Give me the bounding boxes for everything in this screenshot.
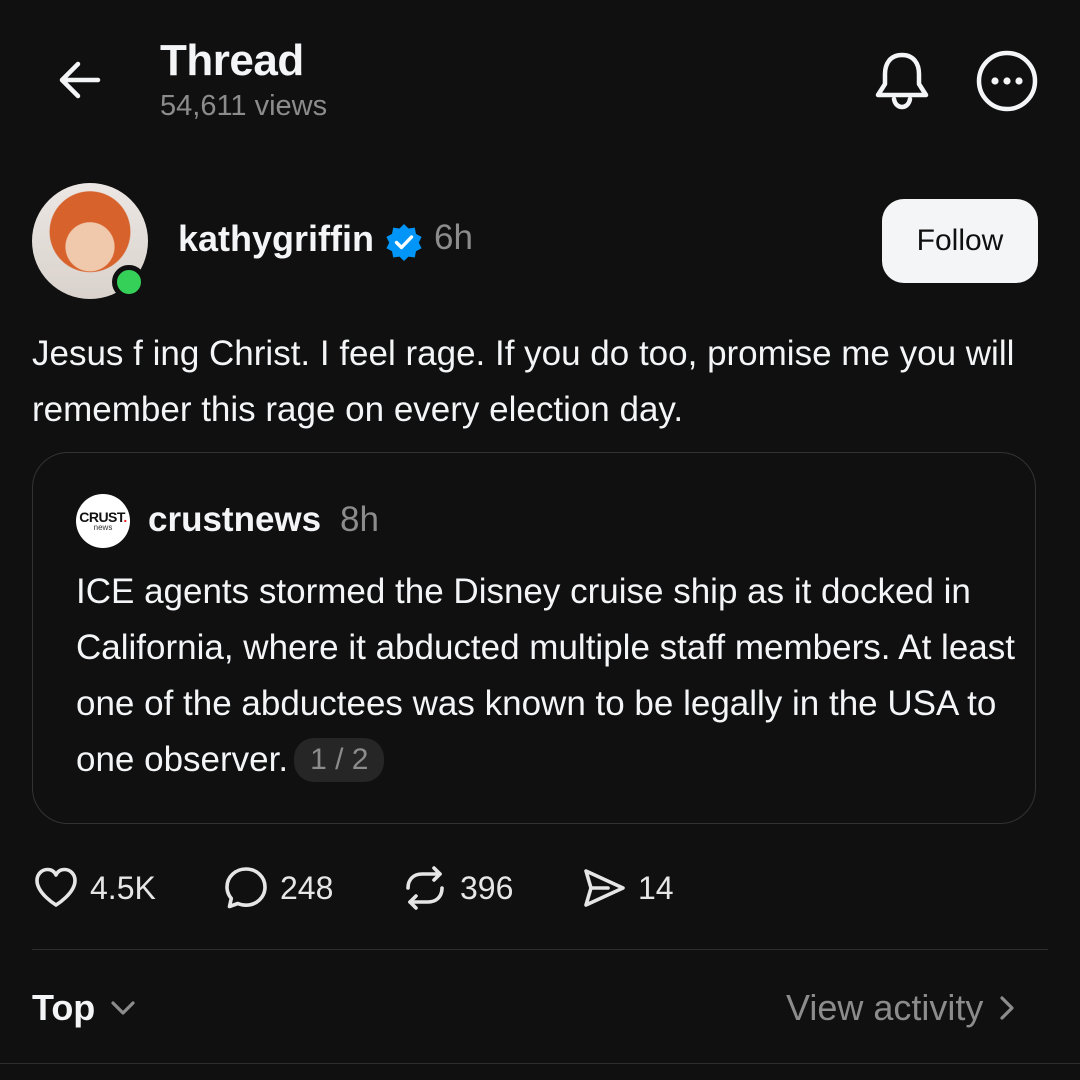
more-options-button[interactable] <box>974 48 1040 114</box>
follow-button[interactable]: Follow <box>882 199 1038 283</box>
like-count: 4.5K <box>90 869 156 906</box>
share-button[interactable]: 14 <box>580 864 674 912</box>
like-button[interactable]: 4.5K <box>32 864 156 912</box>
repost-icon <box>406 866 444 910</box>
page-indicator-badge: 1 / 2 <box>294 738 385 782</box>
logo-text: CRUST. <box>79 509 127 525</box>
view-activity-label: View activity <box>786 987 984 1028</box>
post-timestamp: 6h <box>434 218 473 257</box>
repost-button[interactable]: 396 <box>400 864 513 912</box>
quoted-author-username[interactable]: crustnews <box>148 500 321 540</box>
quoted-post-text: ICE agents stormed the Disney cruise shi… <box>76 564 1016 788</box>
post-body-text: Jesus f ing Christ. I feel rage. If you … <box>32 334 1015 429</box>
page-title: Thread <box>160 36 304 85</box>
view-count: 54,611 views <box>160 90 328 122</box>
comment-icon <box>225 867 267 909</box>
quoted-post-timestamp: 8h <box>340 500 379 539</box>
divider <box>32 949 1048 950</box>
notifications-button[interactable] <box>868 46 936 114</box>
sort-label: Top <box>32 987 96 1028</box>
verified-badge-icon <box>384 222 424 262</box>
reply-count: 248 <box>280 869 334 906</box>
view-activity-link[interactable]: View activity <box>786 984 1023 1032</box>
logo-subtext: news <box>93 523 113 532</box>
share-count: 14 <box>638 869 674 906</box>
send-icon <box>584 869 625 907</box>
more-horizontal-icon <box>976 50 1038 112</box>
logo-dot: . <box>123 509 127 525</box>
author-username[interactable]: kathygriffin <box>178 218 374 260</box>
quoted-author-avatar[interactable]: CRUST. news <box>76 494 130 548</box>
reply-button[interactable]: 248 <box>222 864 333 912</box>
arrow-left-icon <box>59 61 101 99</box>
bell-icon <box>875 52 929 110</box>
chevron-right-icon <box>1000 996 1015 1020</box>
heart-icon <box>35 867 77 907</box>
repost-count: 396 <box>460 869 514 906</box>
chevron-down-icon <box>111 1001 135 1015</box>
online-status-dot <box>112 265 146 299</box>
author-avatar-container[interactable] <box>32 183 148 299</box>
divider <box>0 1063 1080 1064</box>
back-button[interactable] <box>52 52 108 108</box>
sort-dropdown[interactable]: Top <box>32 984 143 1032</box>
quoted-post-body: ICE agents stormed the Disney cruise shi… <box>76 572 1015 779</box>
